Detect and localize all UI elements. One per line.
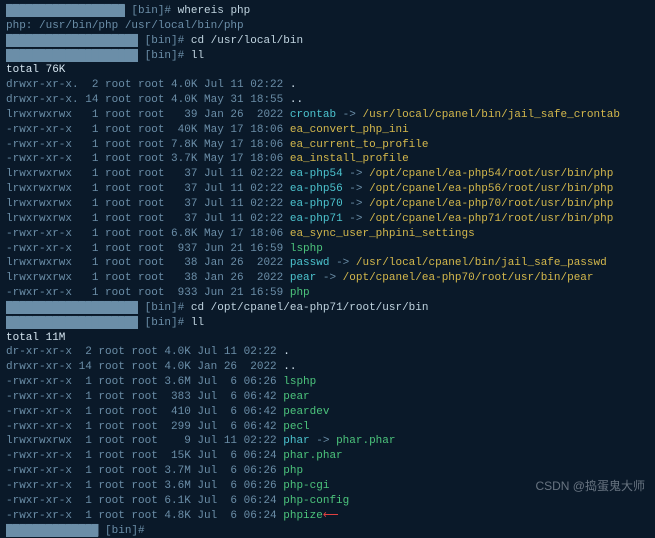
ls-row: -rwxr-xr-x 1 root root 15K Jul 6 06:24 p… <box>6 449 649 464</box>
ls-row: lrwxrwxrwx 1 root root 37 Jul 11 02:22 e… <box>6 167 649 182</box>
ls-row: lrwxrwxrwx 1 root root 38 Jan 26 2022 pa… <box>6 256 649 271</box>
redacted-host: ██████████████████ <box>6 5 125 17</box>
watermark: CSDN @捣蛋鬼大师 <box>535 478 645 494</box>
redacted-host: ████████████████████ <box>6 302 138 314</box>
total-line: total 76K <box>6 63 649 78</box>
ls-row: -rwxr-xr-x 1 root root 6.1K Jul 6 06:24 … <box>6 494 649 509</box>
ls-row: -rwxr-xr-x 1 root root 6.8K May 17 18:06… <box>6 227 649 242</box>
ls-row: drwxr-xr-x. 2 root root 4.0K Jul 11 02:2… <box>6 78 649 93</box>
ls-row: -rwxr-xr-x 1 root root 3.7M Jul 6 06:26 … <box>6 464 649 479</box>
highlight-arrow-icon: ⟵ <box>323 510 339 522</box>
redacted-host: ████████████████████ <box>6 317 138 329</box>
ls-row: -rwxr-xr-x 1 root root 933 Jun 21 16:59 … <box>6 286 649 301</box>
ls-row: drwxr-xr-x. 14 root root 4.0K May 31 18:… <box>6 93 649 108</box>
ls-row: lrwxrwxrwx 1 root root 9 Jul 11 02:22 ph… <box>6 434 649 449</box>
ls-row: lrwxrwxrwx 1 root root 37 Jul 11 02:22 e… <box>6 197 649 212</box>
redacted-host: ████████████████████ <box>6 35 138 47</box>
ls-row: lrwxrwxrwx 1 root root 37 Jul 11 02:22 e… <box>6 182 649 197</box>
ls-row: -rwxr-xr-x 1 root root 3.6M Jul 6 06:26 … <box>6 375 649 390</box>
ls-row: -rwxr-xr-x 1 root root 299 Jul 6 06:42 p… <box>6 420 649 435</box>
ls-row: -rwxr-xr-x 1 root root 937 Jun 21 16:59 … <box>6 242 649 257</box>
ls-row: dr-xr-xr-x 2 root root 4.0K Jul 11 02:22… <box>6 345 649 360</box>
ls-row: -rwxr-xr-x 1 root root 383 Jul 6 06:42 p… <box>6 390 649 405</box>
ls-row: lrwxrwxrwx 1 root root 38 Jan 26 2022 pe… <box>6 271 649 286</box>
output-whereis: php: /usr/bin/php /usr/local/bin/php <box>6 19 649 34</box>
ls-row: lrwxrwxrwx 1 root root 39 Jan 26 2022 cr… <box>6 108 649 123</box>
phpize-entry: phpize <box>283 510 323 522</box>
ls-row: lrwxrwxrwx 1 root root 37 Jul 11 02:22 e… <box>6 212 649 227</box>
command: ll <box>191 317 204 329</box>
command: cd /usr/local/bin <box>191 35 303 47</box>
command: cd /opt/cpanel/ea-php71/root/usr/bin <box>191 302 429 314</box>
ls-row: -rwxr-xr-x 1 root root 7.8K May 17 18:06… <box>6 138 649 153</box>
redacted-host: ████████████████████ <box>6 50 138 62</box>
ls-row: -rwxr-xr-x 1 root root 4.8K Jul 6 06:24 … <box>6 509 649 524</box>
ls-row: -rwxr-xr-x 1 root root 40K May 17 18:06 … <box>6 123 649 138</box>
ls-row: -rwxr-xr-x 1 root root 3.7K May 17 18:06… <box>6 152 649 167</box>
total-line: total 11M <box>6 331 649 346</box>
terminal-output: ██████████████████ [bin]# whereis php ph… <box>6 4 649 538</box>
ls-row: drwxr-xr-x 14 root root 4.0K Jan 26 2022… <box>6 360 649 375</box>
prompt: [bin]# <box>125 5 178 17</box>
redacted-host: ██████████████ <box>6 525 98 537</box>
ls-row: -rwxr-xr-x 1 root root 410 Jul 6 06:42 p… <box>6 405 649 420</box>
command: ll <box>191 50 204 62</box>
command: whereis php <box>178 5 251 17</box>
